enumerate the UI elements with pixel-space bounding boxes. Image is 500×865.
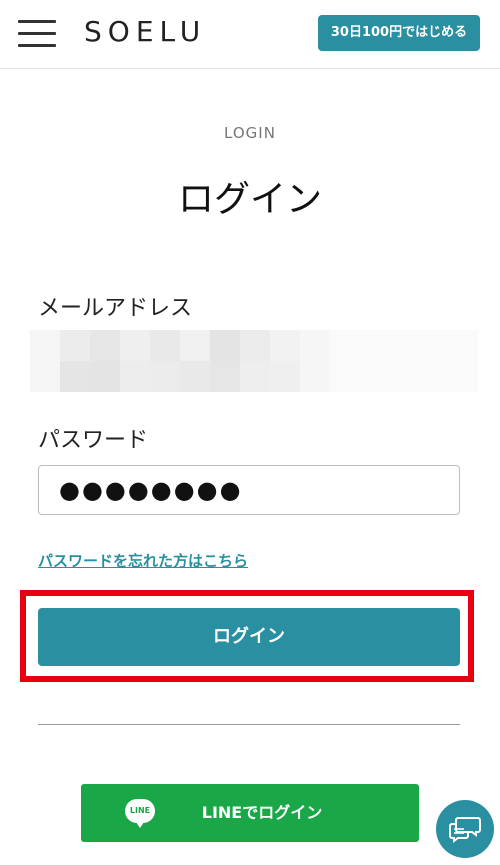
login-button[interactable]: ログイン bbox=[38, 608, 460, 666]
chat-button[interactable] bbox=[436, 800, 494, 858]
header: SOELU 30日100円ではじめる bbox=[0, 0, 500, 69]
line-login-label: LINEでログイン bbox=[201, 803, 323, 822]
line-login-button[interactable]: LINE LINEでログイン bbox=[81, 784, 419, 842]
hamburger-menu-icon[interactable] bbox=[18, 18, 56, 50]
email-field-blurred[interactable] bbox=[30, 330, 478, 392]
start-trial-button[interactable]: 30日100円ではじめる bbox=[318, 15, 480, 51]
divider bbox=[38, 724, 460, 725]
chat-bubbles-icon bbox=[449, 817, 481, 843]
logo[interactable]: SOELU bbox=[84, 15, 206, 48]
hamburger-bar bbox=[18, 32, 56, 35]
hamburger-bar bbox=[18, 44, 56, 47]
login-eyebrow: LOGIN bbox=[224, 124, 276, 142]
password-label: パスワード bbox=[38, 428, 149, 453]
forgot-password-link[interactable]: パスワードを忘れた方はこちら bbox=[38, 550, 248, 571]
email-label: メールアドレス bbox=[38, 296, 193, 321]
page-title: ログイン bbox=[177, 179, 322, 220]
password-field[interactable]: ●●●●●●●● bbox=[38, 465, 460, 515]
hamburger-bar bbox=[18, 20, 56, 23]
